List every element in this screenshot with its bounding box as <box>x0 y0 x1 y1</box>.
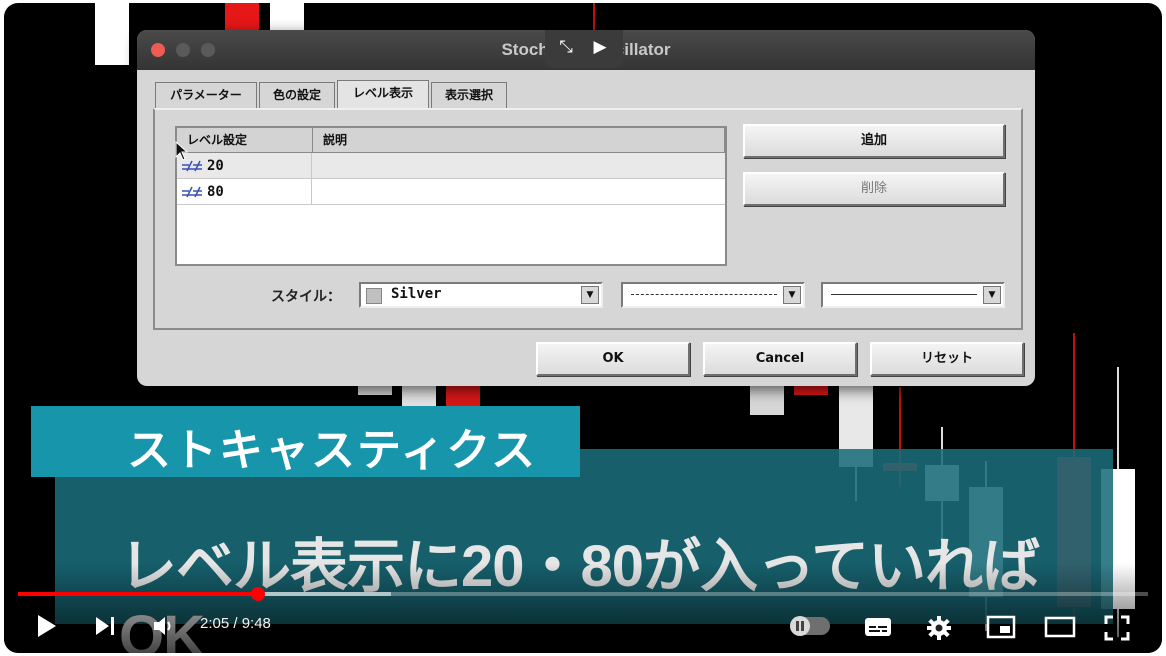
line-width-select[interactable]: ▼ <box>821 282 1005 308</box>
table-row[interactable]: 20 <box>177 153 725 179</box>
dashed-line-preview <box>631 294 777 295</box>
reset-button[interactable]: リセット <box>870 342 1024 376</box>
player-overlay-buttons: ⤡ ▶ <box>545 30 623 68</box>
style-label: スタイル： <box>271 289 341 305</box>
chevron-down-icon[interactable]: ▼ <box>783 286 801 304</box>
add-level-button[interactable]: 追加 <box>743 124 1005 158</box>
exit-expand-icon[interactable]: ⤡ <box>555 37 577 57</box>
caption-banner-top: ストキャスティクス <box>31 406 580 477</box>
settings-gear-icon[interactable] <box>926 615 952 641</box>
color-value: Silver <box>391 286 442 302</box>
video-frame[interactable]: Stochastic Oscillator ⤡ ▶ パラメーター 色の設定 レベ… <box>4 3 1162 653</box>
fullscreen-icon[interactable] <box>1104 615 1130 641</box>
progress-played <box>18 592 259 596</box>
controls-gradient <box>4 563 1162 653</box>
play-icon[interactable] <box>36 613 58 639</box>
column-header-level[interactable]: レベル設定 <box>177 128 313 153</box>
next-video-icon[interactable] <box>94 615 118 637</box>
color-swatch <box>366 288 382 304</box>
tab-levels[interactable]: レベル表示 <box>337 80 429 109</box>
column-header-description[interactable]: 説明 <box>313 128 725 153</box>
level-line-icon <box>182 186 202 198</box>
caption-title: ストキャスティクス <box>127 426 538 475</box>
mouse-cursor-icon <box>175 141 189 161</box>
level-cell[interactable]: 20 <box>177 153 312 179</box>
chevron-down-icon[interactable]: ▼ <box>983 286 1001 304</box>
miniplayer-icon[interactable] <box>986 615 1016 639</box>
subtitles-icon[interactable] <box>864 617 892 637</box>
theater-mode-icon[interactable] <box>1044 616 1076 638</box>
level-cell[interactable]: 80 <box>177 179 312 205</box>
levels-tab-panel: レベル設定 説明 20 80 追加 削除 スタイル： Silver ▼ ▼ ▼ <box>153 108 1023 330</box>
table-row[interactable]: 80 <box>177 179 725 205</box>
chevron-down-icon[interactable]: ▼ <box>581 286 599 304</box>
tab-visualization[interactable]: 表示選択 <box>431 82 507 108</box>
pause-icon <box>796 621 804 631</box>
autoplay-toggle[interactable] <box>790 616 830 636</box>
solid-line-preview <box>831 294 977 295</box>
progress-bar[interactable] <box>18 587 1148 601</box>
level-line-icon <box>182 160 202 172</box>
dialog-titlebar: Stochastic Oscillator ⤡ ▶ <box>137 30 1035 70</box>
line-style-select[interactable]: ▼ <box>621 282 805 308</box>
volume-icon[interactable] <box>152 615 176 637</box>
time-display: 2:05 / 9:48 <box>200 615 271 632</box>
delete-level-button[interactable]: 削除 <box>743 172 1005 206</box>
stochastic-oscillator-dialog: Stochastic Oscillator ⤡ ▶ パラメーター 色の設定 レベ… <box>137 30 1035 386</box>
tab-colors[interactable]: 色の設定 <box>259 82 335 108</box>
levels-table: レベル設定 説明 20 80 <box>175 126 727 266</box>
ai-summary-play-icon[interactable]: ▶ <box>589 37 611 57</box>
color-select[interactable]: Silver ▼ <box>359 282 603 308</box>
autoplay-knob <box>790 616 810 636</box>
video-player: Stochastic Oscillator ⤡ ▶ パラメーター 色の設定 レベ… <box>0 0 1166 656</box>
cancel-button[interactable]: Cancel <box>703 342 857 376</box>
ok-button[interactable]: OK <box>536 342 690 376</box>
level-value: 20 <box>207 158 224 174</box>
tab-parameters[interactable]: パラメーター <box>155 82 257 108</box>
level-value: 80 <box>207 184 224 200</box>
